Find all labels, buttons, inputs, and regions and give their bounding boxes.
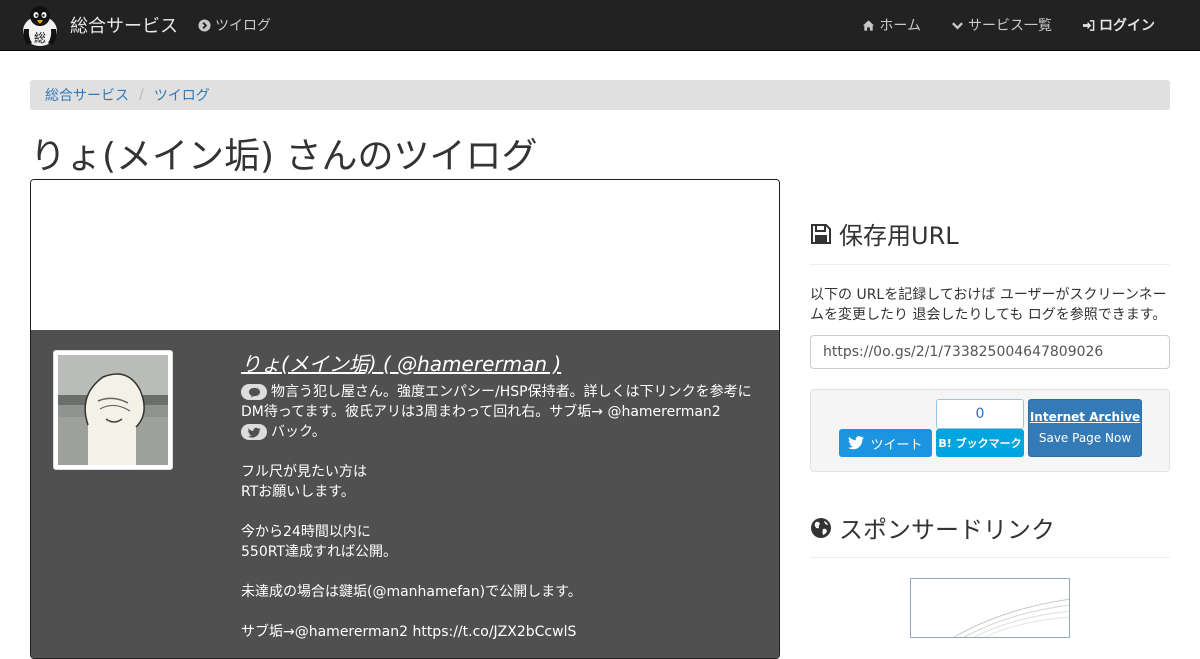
internet-archive-action: Save Page Now [1038, 431, 1132, 445]
twitter-bird-icon [241, 424, 267, 440]
sponsor-heading-text: スポンサードリンク [839, 516, 1055, 544]
top-navbar: 総 総合サービス ツイログ ホーム サービス一覧 ログイン [0, 0, 1200, 51]
bio-line-text: フル尺が見たい方は [241, 464, 367, 480]
bio-line-text: 物言う犯し屋さん。強度エンパシー/HSP保持者。詳しくは下リンクを参考に。 [271, 384, 751, 400]
bio-line-text: 今から24時間以内に [241, 524, 371, 540]
profile-body: りょ(メイン垢) ( @hamererman ) 物言う犯し屋さん。強度エンパシ… [241, 350, 751, 642]
profile-panel: りょ(メイン垢) ( @hamererman ) 物言う犯し屋さん。強度エンパシ… [30, 179, 780, 659]
bio-line-text: RTお願いします。 [241, 484, 355, 500]
bio-line-text: DM待ってます。彼氏アリは3周まわって回れ右。サブ垢→ @hamererman2 [241, 404, 721, 420]
bio-line: 今から24時間以内に [241, 522, 751, 542]
hatena-bookmark-button[interactable]: B! ブックマーク [936, 429, 1024, 457]
twitter-bird-icon [848, 436, 865, 450]
comment-icon [241, 384, 267, 400]
share-buttons-well: ツイート 0 B! ブックマーク Internet Archive Save P… [810, 389, 1170, 472]
tweet-button-label: ツイート [870, 437, 923, 453]
bio-line: RTお願いします。 [241, 482, 751, 502]
save-url-heading: 保存用URL [810, 216, 959, 251]
internet-archive-title: Internet Archive [1029, 410, 1141, 424]
nav-item-home[interactable]: ホーム [862, 15, 921, 35]
sponsor-ad-image[interactable] [910, 578, 1070, 638]
profile-name-link[interactable]: りょ(メイン垢) ( @hamererman ) [241, 350, 751, 378]
bio-line: 未達成の場合は鍵垢(@manhamefan)で公開します。 [241, 582, 751, 602]
bio-line-text: バック。 [271, 424, 326, 440]
bio-line: バック。 [241, 422, 751, 442]
avatar[interactable] [53, 350, 173, 470]
floppy-disk-icon [811, 223, 831, 244]
bio-line: 550RT達成すれば公開。 [241, 542, 751, 562]
bio-line: DM待ってます。彼氏アリは3周まわって回れ右。サブ垢→ @hamererman2 [241, 402, 751, 422]
bio-line: サブ垢→@hamererman2 https://t.co/JZX2bCcwlS [241, 622, 751, 642]
chevron-down-icon [952, 21, 963, 30]
bio-line-text: 未達成の場合は鍵垢(@manhamefan)で公開します。 [241, 584, 582, 600]
save-url-description: 以下の URLを記録しておけば ユーザーがスクリーンネームを変更したり 退会した… [810, 287, 1167, 323]
nav-section-twilog[interactable]: ツイログ [198, 0, 271, 50]
breadcrumb-item-home[interactable]: 総合サービス [45, 85, 129, 105]
chevron-circle-right-icon [198, 18, 211, 32]
bio-line-text: 550RT達成すれば公開。 [241, 544, 397, 560]
breadcrumb-separator: / [139, 87, 144, 103]
bio-blank-line [241, 562, 751, 582]
breadcrumb: 総合サービス / ツイログ [30, 80, 1170, 110]
save-url-heading-text: 保存用URL [839, 222, 959, 250]
home-icon [863, 19, 875, 31]
divider [810, 264, 1170, 265]
internet-archive-button[interactable]: Internet Archive Save Page Now [1028, 399, 1142, 457]
brand-text: 総合サービス [70, 16, 178, 37]
nav-item-services-label: サービス一覧 [968, 18, 1052, 34]
hatena-bookmark-count[interactable]: 0 [936, 399, 1024, 429]
divider [810, 557, 1170, 558]
page-title: りょ(メイン垢) さんのツイログ [30, 136, 538, 177]
bio-line-text: サブ垢→@hamererman2 https://t.co/JZX2bCcwlS [241, 624, 577, 640]
nav-item-login-label: ログイン [1099, 18, 1155, 34]
nav-section-label: ツイログ [215, 18, 271, 34]
nav-item-services[interactable]: サービス一覧 [951, 15, 1052, 35]
profile-card: りょ(メイン垢) ( @hamererman ) 物言う犯し屋さん。強度エンパシ… [31, 330, 779, 658]
nav-right-menu: ホーム サービス一覧 ログイン [832, 0, 1155, 50]
bio-line: フル尺が見たい方は [241, 462, 751, 482]
save-url-field[interactable] [810, 335, 1170, 369]
breadcrumb-item-twilog[interactable]: ツイログ [154, 85, 210, 105]
sign-in-icon [1082, 19, 1095, 31]
logo-char: 総 [34, 31, 46, 45]
penguin-logo-icon: 総 [23, 6, 57, 46]
sponsor-heading: スポンサードリンク [810, 510, 1055, 545]
tweet-button[interactable]: ツイート [839, 429, 932, 457]
nav-item-home-label: ホーム [879, 18, 921, 34]
nav-item-login[interactable]: ログイン [1082, 15, 1155, 35]
bio-blank-line [241, 502, 751, 522]
bio-blank-line [241, 602, 751, 622]
globe-icon [811, 517, 831, 538]
avatar-image [58, 355, 168, 465]
ad-artwork [953, 598, 1069, 637]
ad-blank-area [31, 180, 779, 330]
bio-blank-line [241, 442, 751, 462]
brand-link[interactable]: 総 総合サービス [20, 2, 178, 48]
bio-line: 物言う犯し屋さん。強度エンパシー/HSP保持者。詳しくは下リンクを参考に。 [241, 382, 751, 402]
